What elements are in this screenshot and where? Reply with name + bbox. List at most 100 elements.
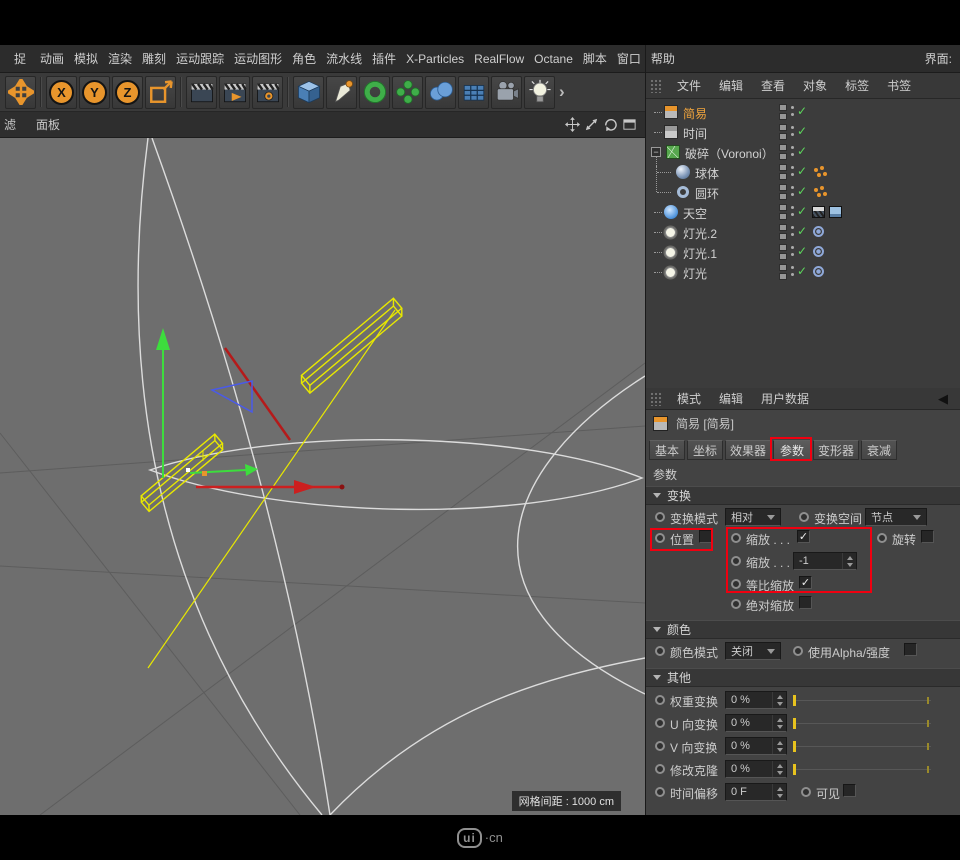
stepper-arrows-icon[interactable] xyxy=(772,784,786,800)
blue-plane-handle[interactable] xyxy=(212,381,252,412)
anim-dot-icon[interactable] xyxy=(655,533,665,543)
layer-dot[interactable] xyxy=(791,206,794,209)
layer-dot[interactable] xyxy=(791,113,794,116)
stepper-arrows-icon[interactable] xyxy=(772,738,786,754)
layer-dot[interactable] xyxy=(791,193,794,196)
visible-checkbox[interactable] xyxy=(843,784,856,797)
collapse-panel-icon[interactable]: ◀ xyxy=(938,391,960,407)
menu-item-clipped[interactable]: 捉 xyxy=(14,50,30,67)
layer-dot[interactable] xyxy=(791,186,794,189)
weight-transform-spinner[interactable]: 0 % xyxy=(725,691,787,709)
editor-visibility-dot[interactable] xyxy=(779,224,787,231)
object-row-light-2[interactable]: 灯光.2 ✓ xyxy=(646,222,960,242)
object-row-sky[interactable]: 天空 ✓ xyxy=(646,202,960,222)
red-diagonal-axis[interactable] xyxy=(225,348,290,440)
cube-primitive-button[interactable] xyxy=(293,76,324,109)
render-view-button[interactable] xyxy=(186,76,217,109)
object-row-plain-effector[interactable]: 简易 ✓ xyxy=(646,102,960,122)
anim-dot-icon[interactable] xyxy=(655,741,665,751)
anim-dot-icon[interactable] xyxy=(655,695,665,705)
camera-button[interactable] xyxy=(491,76,522,109)
enabled-check-icon[interactable]: ✓ xyxy=(797,144,807,158)
tab-falloff[interactable]: 衰减 xyxy=(861,440,897,460)
viewport-menu-panel[interactable]: 面板 xyxy=(36,116,60,133)
menu-item-simulate[interactable]: 模拟 xyxy=(74,50,98,67)
editor-visibility-dot[interactable] xyxy=(779,144,787,151)
layer-dot[interactable] xyxy=(791,146,794,149)
render-settings-button[interactable] xyxy=(252,76,283,109)
anim-dot-icon[interactable] xyxy=(801,787,811,797)
render-visibility-dot[interactable] xyxy=(779,233,787,240)
grip-icon[interactable] xyxy=(650,79,663,93)
slider-handle[interactable] xyxy=(793,741,796,752)
time-offset-spinner[interactable]: 0 F xyxy=(725,783,787,801)
red-x-arrowhead[interactable] xyxy=(294,480,316,494)
enabled-check-icon[interactable]: ✓ xyxy=(797,224,807,238)
group-header-transform[interactable]: 变换 xyxy=(646,486,960,505)
point-cache-tag-icon[interactable] xyxy=(814,188,818,192)
move-tool-button[interactable] xyxy=(5,76,36,109)
toolbar-overflow-arrow[interactable]: › xyxy=(557,82,567,102)
position-checkbox[interactable] xyxy=(699,530,712,543)
target-tag-icon[interactable] xyxy=(813,226,824,237)
instance-array-button[interactable] xyxy=(458,76,489,109)
color-mode-dropdown[interactable]: 关闭 xyxy=(725,642,781,660)
editor-visibility-dot[interactable] xyxy=(779,184,787,191)
tab-basic[interactable]: 基本 xyxy=(649,440,685,460)
om-menu-object[interactable]: 对象 xyxy=(794,77,836,94)
stepper-arrows-icon[interactable] xyxy=(772,761,786,777)
absolute-scale-checkbox[interactable] xyxy=(799,596,812,609)
render-visibility-dot[interactable] xyxy=(779,273,787,280)
render-visibility-dot[interactable] xyxy=(779,213,787,220)
editor-visibility-dot[interactable] xyxy=(779,244,787,251)
layer-dot[interactable] xyxy=(791,126,794,129)
pen-spline-button[interactable] xyxy=(326,76,357,109)
object-name[interactable]: 时间 xyxy=(683,125,707,142)
enabled-check-icon[interactable]: ✓ xyxy=(797,124,807,138)
transform-space-dropdown[interactable]: 节点 xyxy=(865,508,927,526)
target-tag-icon[interactable] xyxy=(813,246,824,257)
editor-visibility-dot[interactable] xyxy=(779,204,787,211)
render-picture-viewer-button[interactable] xyxy=(219,76,250,109)
anim-dot-icon[interactable] xyxy=(731,579,741,589)
anim-dot-icon[interactable] xyxy=(731,533,741,543)
stepper-arrows-icon[interactable] xyxy=(772,692,786,708)
menu-item-mograph[interactable]: 运动图形 xyxy=(234,50,282,67)
anim-dot-icon[interactable] xyxy=(655,764,665,774)
v-transform-spinner[interactable]: 0 % xyxy=(725,737,787,755)
viewport-rotate-icon[interactable] xyxy=(603,117,618,132)
menu-item-motion-tracker[interactable]: 运动跟踪 xyxy=(176,50,224,67)
group-header-other[interactable]: 其他 xyxy=(646,668,960,687)
menu-item-script[interactable]: 脚本 xyxy=(583,50,607,67)
target-tag-icon[interactable] xyxy=(813,266,824,277)
uniform-scale-checkbox[interactable]: ✓ xyxy=(799,576,812,589)
anim-dot-icon[interactable] xyxy=(655,512,665,522)
viewport-pan-icon[interactable] xyxy=(565,117,580,132)
am-menu-edit[interactable]: 编辑 xyxy=(710,390,752,407)
layer-dot[interactable] xyxy=(791,173,794,176)
slider-track[interactable] xyxy=(793,746,931,747)
menu-item-help[interactable]: 帮助 xyxy=(651,50,675,67)
om-menu-file[interactable]: 文件 xyxy=(668,77,710,94)
object-row-light-1[interactable]: 灯光.1 ✓ xyxy=(646,242,960,262)
use-alpha-checkbox[interactable] xyxy=(904,643,917,656)
anim-dot-icon[interactable] xyxy=(877,533,887,543)
anim-dot-icon[interactable] xyxy=(655,646,665,656)
metaball-button[interactable] xyxy=(425,76,456,109)
array-generator-button[interactable] xyxy=(392,76,423,109)
object-name[interactable]: 破碎（Voronoi） xyxy=(685,145,774,162)
tab-parameter[interactable]: 参数 xyxy=(773,440,811,460)
layer-dot[interactable] xyxy=(791,226,794,229)
stepper-arrows-icon[interactable] xyxy=(772,715,786,731)
lock-y-button[interactable]: Y xyxy=(79,76,110,109)
layer-dot[interactable] xyxy=(791,253,794,256)
point-cache-tag-icon[interactable] xyxy=(814,168,818,172)
object-name[interactable]: 球体 xyxy=(695,165,719,182)
object-name[interactable]: 灯光.1 xyxy=(683,245,717,262)
group-header-color[interactable]: 颜色 xyxy=(646,620,960,639)
menu-item-character[interactable]: 角色 xyxy=(292,50,316,67)
viewport-zoom-icon[interactable] xyxy=(584,117,599,132)
origin-handle[interactable] xyxy=(186,468,190,472)
render-visibility-dot[interactable] xyxy=(779,133,787,140)
grip-icon[interactable] xyxy=(650,392,663,406)
